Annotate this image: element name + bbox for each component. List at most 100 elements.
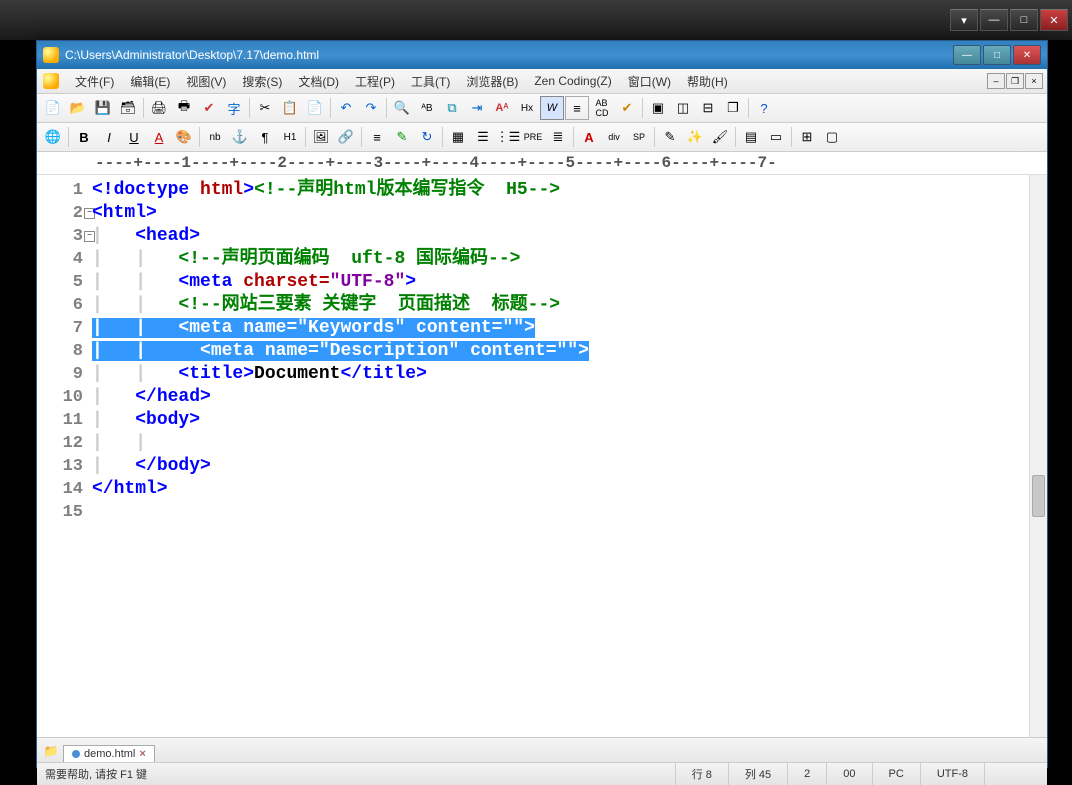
menu-help[interactable]: 帮助(H)	[679, 70, 736, 93]
files-icon[interactable]: 📁	[43, 744, 59, 758]
list-ul-icon[interactable]: ☰	[471, 125, 495, 149]
table-icon[interactable]: ▦	[446, 125, 470, 149]
menu-browser[interactable]: 浏览器(B)	[458, 70, 526, 93]
outer-close-button[interactable]: ✕	[1040, 9, 1068, 31]
maximize-button[interactable]: □	[983, 45, 1011, 65]
cascade-icon[interactable]: ❐	[721, 96, 745, 120]
code-line[interactable]: | | <title>Document</title>	[92, 363, 1047, 386]
code-line[interactable]: <!doctype html><!--声明html版本编写指令 H5-->	[92, 179, 1047, 202]
paste-icon[interactable]: 📄	[303, 96, 327, 120]
brush-icon[interactable]: 🖌	[708, 125, 732, 149]
menu-edit[interactable]: 编辑(E)	[122, 70, 178, 93]
box-icon[interactable]: ▢	[820, 125, 844, 149]
menu-project[interactable]: 工程(P)	[347, 70, 403, 93]
sp-tag-icon[interactable]: SP	[627, 125, 651, 149]
link-icon[interactable]: 🔗	[334, 125, 358, 149]
tile-v-icon[interactable]: ⊟	[696, 96, 720, 120]
refresh-icon[interactable]: ↻	[415, 125, 439, 149]
form-icon[interactable]: ▤	[739, 125, 763, 149]
copy-icon[interactable]: 📋	[278, 96, 302, 120]
image-icon[interactable]: 🖼	[309, 125, 333, 149]
comment-icon[interactable]: ✎	[390, 125, 414, 149]
undo-icon[interactable]: ↶	[334, 96, 358, 120]
globe-icon[interactable]: 🌐	[41, 125, 65, 149]
preview-icon[interactable]: 🖶	[172, 96, 196, 120]
code-line[interactable]	[92, 501, 1047, 524]
indent-icon[interactable]: ⇥	[465, 96, 489, 120]
menu-view[interactable]: 视图(V)	[178, 70, 234, 93]
menu-window[interactable]: 窗口(W)	[620, 70, 679, 93]
lang-icon[interactable]: 字	[222, 96, 246, 120]
outer-maximize-button[interactable]: □	[1010, 9, 1038, 31]
code-line-selected[interactable]: | | <meta name="Description" content="">	[92, 340, 1047, 363]
status-resize-grip[interactable]	[984, 763, 1047, 785]
anchor-icon[interactable]: ⚓	[228, 125, 252, 149]
pre-icon[interactable]: PRE	[521, 125, 545, 149]
hr-icon[interactable]: ≣	[546, 125, 570, 149]
close-button[interactable]: ✕	[1013, 45, 1041, 65]
outer-extra-button[interactable]: ▾	[950, 9, 978, 31]
editor-area[interactable]: 1 2− 3− 4 5 6 7 8 9 10 11 12 13 14 15 <!…	[37, 175, 1047, 737]
cut-icon[interactable]: ✂	[253, 96, 277, 120]
title-bar[interactable]: C:\Users\Administrator\Desktop\7.17\demo…	[37, 41, 1047, 69]
tab-close-icon[interactable]: ×	[139, 748, 145, 760]
align-left-icon[interactable]: ≡	[365, 125, 389, 149]
code-line[interactable]: | </body>	[92, 455, 1047, 478]
outer-minimize-button[interactable]: —	[980, 9, 1008, 31]
list-ol-icon[interactable]: ⋮☰	[496, 125, 520, 149]
heading-icon[interactable]: H1	[278, 125, 302, 149]
font-aa-icon[interactable]: Aᴬ	[490, 96, 514, 120]
code-line[interactable]: | <body>	[92, 409, 1047, 432]
paragraph-icon[interactable]: ¶	[253, 125, 277, 149]
grid-icon[interactable]: ⊞	[795, 125, 819, 149]
menu-zencoding[interactable]: Zen Coding(Z)	[526, 71, 619, 91]
color-picker-icon[interactable]: 🎨	[172, 125, 196, 149]
input-icon[interactable]: ▭	[764, 125, 788, 149]
italic-icon[interactable]: I	[97, 125, 121, 149]
print-icon[interactable]: 🖨	[147, 96, 171, 120]
save-all-icon[interactable]: 🗃	[116, 96, 140, 120]
scrollbar-thumb[interactable]	[1032, 475, 1045, 517]
mdi-minimize-button[interactable]: –	[987, 73, 1005, 89]
edit-tool-icon[interactable]: ✎	[658, 125, 682, 149]
code-line[interactable]: </html>	[92, 478, 1047, 501]
find-icon[interactable]: 🔍	[390, 96, 414, 120]
code-line[interactable]: | |	[92, 432, 1047, 455]
help-icon[interactable]: ?	[752, 96, 776, 120]
vertical-scrollbar[interactable]	[1029, 175, 1047, 737]
spellcheck-icon[interactable]: ✔	[197, 96, 221, 120]
tile-h-icon[interactable]: ◫	[671, 96, 695, 120]
font-color-icon[interactable]: A	[147, 125, 171, 149]
save-icon[interactable]: 💾	[91, 96, 115, 120]
redo-icon[interactable]: ↷	[359, 96, 383, 120]
wrap-icon[interactable]: W	[540, 96, 564, 120]
show-all-icon[interactable]: ABCD	[590, 96, 614, 120]
menu-file[interactable]: 文件(F)	[67, 70, 122, 93]
file-tab[interactable]: demo.html ×	[63, 745, 155, 762]
menu-tools[interactable]: 工具(T)	[403, 70, 458, 93]
underline-icon[interactable]: U	[122, 125, 146, 149]
hex-icon[interactable]: Hx	[515, 96, 539, 120]
show-space-icon[interactable]: ≡	[565, 96, 589, 120]
menu-search[interactable]: 搜索(S)	[234, 70, 290, 93]
minimize-button[interactable]: —	[953, 45, 981, 65]
code-line[interactable]: | | <!--声明页面编码 uft-8 国际编码-->	[92, 248, 1047, 271]
nbsp-icon[interactable]: nb	[203, 125, 227, 149]
code-line[interactable]: | | <meta charset="UTF-8">	[92, 271, 1047, 294]
check-icon[interactable]: ✔	[615, 96, 639, 120]
bold-icon[interactable]: B	[72, 125, 96, 149]
new-file-icon[interactable]: 📄	[41, 96, 65, 120]
code-line-selected[interactable]: | | <meta name="Keywords" content="">	[92, 317, 1047, 340]
div-tag-icon[interactable]: div	[602, 125, 626, 149]
a-tag-icon[interactable]: A	[577, 125, 601, 149]
mdi-close-button[interactable]: ×	[1025, 73, 1043, 89]
code-line[interactable]: <html>	[92, 202, 1047, 225]
open-folder-icon[interactable]: 📂	[66, 96, 90, 120]
window-icon[interactable]: ▣	[646, 96, 670, 120]
code-area[interactable]: <!doctype html><!--声明html版本编写指令 H5--> <h…	[92, 175, 1047, 737]
wand-icon[interactable]: ✨	[683, 125, 707, 149]
code-line[interactable]: | | <!--网站三要素 关键字 页面描述 标题-->	[92, 294, 1047, 317]
bookmark-icon[interactable]: ⧉	[440, 96, 464, 120]
mdi-restore-button[interactable]: ❐	[1006, 73, 1024, 89]
code-line[interactable]: | </head>	[92, 386, 1047, 409]
